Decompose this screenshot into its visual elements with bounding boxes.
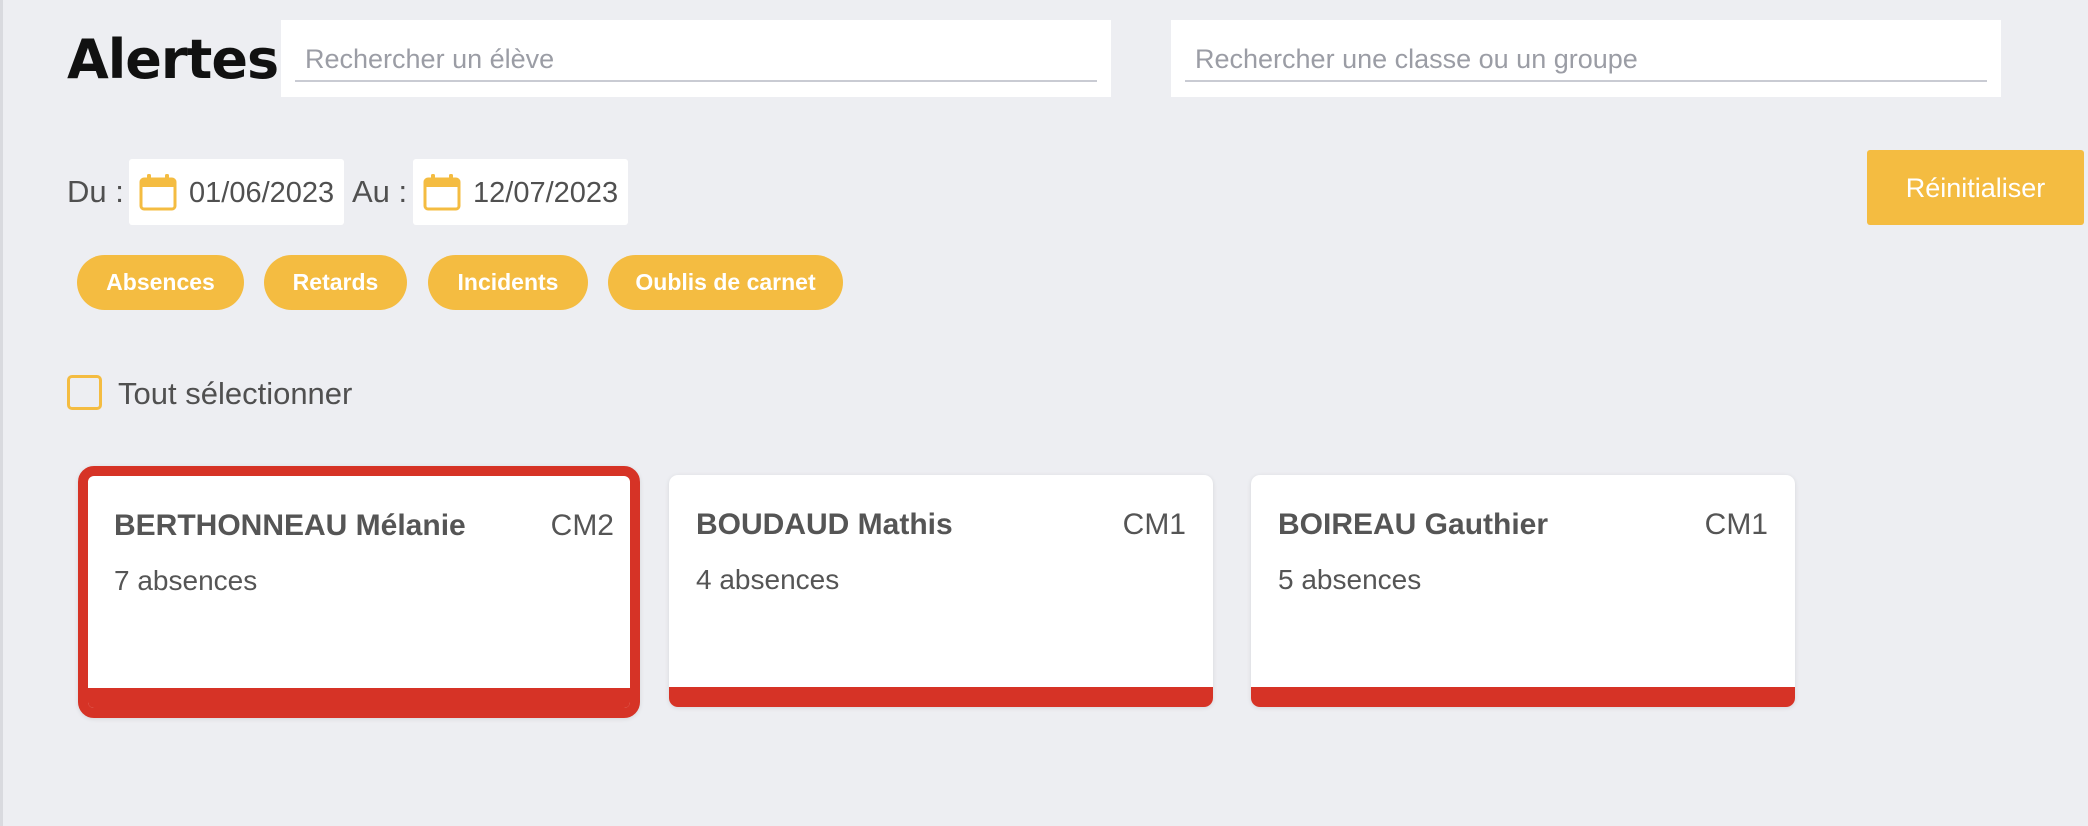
date-to-value: 12/07/2023 — [473, 177, 619, 209]
student-class: CM1 — [1122, 508, 1186, 541]
alert-severity-bar — [669, 687, 1213, 707]
calendar-icon — [423, 174, 461, 211]
student-name: BOUDAUD Mathis — [696, 508, 953, 541]
filter-chip-incidents[interactable]: Incidents — [428, 255, 588, 310]
student-class: CM2 — [550, 509, 614, 542]
select-all-label: Tout sélectionner — [118, 376, 353, 411]
alert-count: 5 absences — [1278, 564, 1422, 595]
alert-count: 4 absences — [696, 564, 840, 595]
alert-severity-bar — [88, 688, 630, 708]
filter-chip-absences[interactable]: Absences — [77, 255, 244, 310]
alert-count: 7 absences — [114, 565, 258, 596]
window-left-edge — [0, 0, 3, 826]
student-search-input[interactable] — [295, 38, 1097, 82]
class-search-input[interactable] — [1185, 38, 1987, 82]
select-all-checkbox[interactable] — [67, 375, 102, 410]
class-search-box — [1171, 20, 2001, 97]
student-name: BOIREAU Gauthier — [1278, 508, 1549, 541]
student-search-box — [281, 20, 1111, 97]
date-from-picker[interactable]: 01/06/2023 — [129, 159, 344, 225]
date-from-value: 01/06/2023 — [189, 177, 335, 209]
reset-button[interactable]: Réinitialiser — [1867, 150, 2084, 225]
date-to-picker[interactable]: 12/07/2023 — [413, 159, 628, 225]
page-title: Alertes — [67, 28, 279, 91]
student-class: CM1 — [1704, 508, 1768, 541]
student-alert-card[interactable]: BERTHONNEAU Mélanie CM2 7 absences — [78, 466, 640, 718]
student-alert-card[interactable]: BOIREAU Gauthier CM1 5 absences — [1251, 475, 1795, 707]
date-to-label: Au : — [352, 174, 408, 209]
alert-severity-bar — [1251, 687, 1795, 707]
filter-chip-oublis-de-carnet[interactable]: Oublis de carnet — [608, 255, 843, 310]
calendar-icon — [139, 174, 177, 211]
student-name: BERTHONNEAU Mélanie — [114, 509, 466, 542]
student-alert-card[interactable]: BOUDAUD Mathis CM1 4 absences — [669, 475, 1213, 707]
filter-chip-retards[interactable]: Retards — [264, 255, 407, 310]
date-from-label: Du : — [67, 174, 124, 209]
